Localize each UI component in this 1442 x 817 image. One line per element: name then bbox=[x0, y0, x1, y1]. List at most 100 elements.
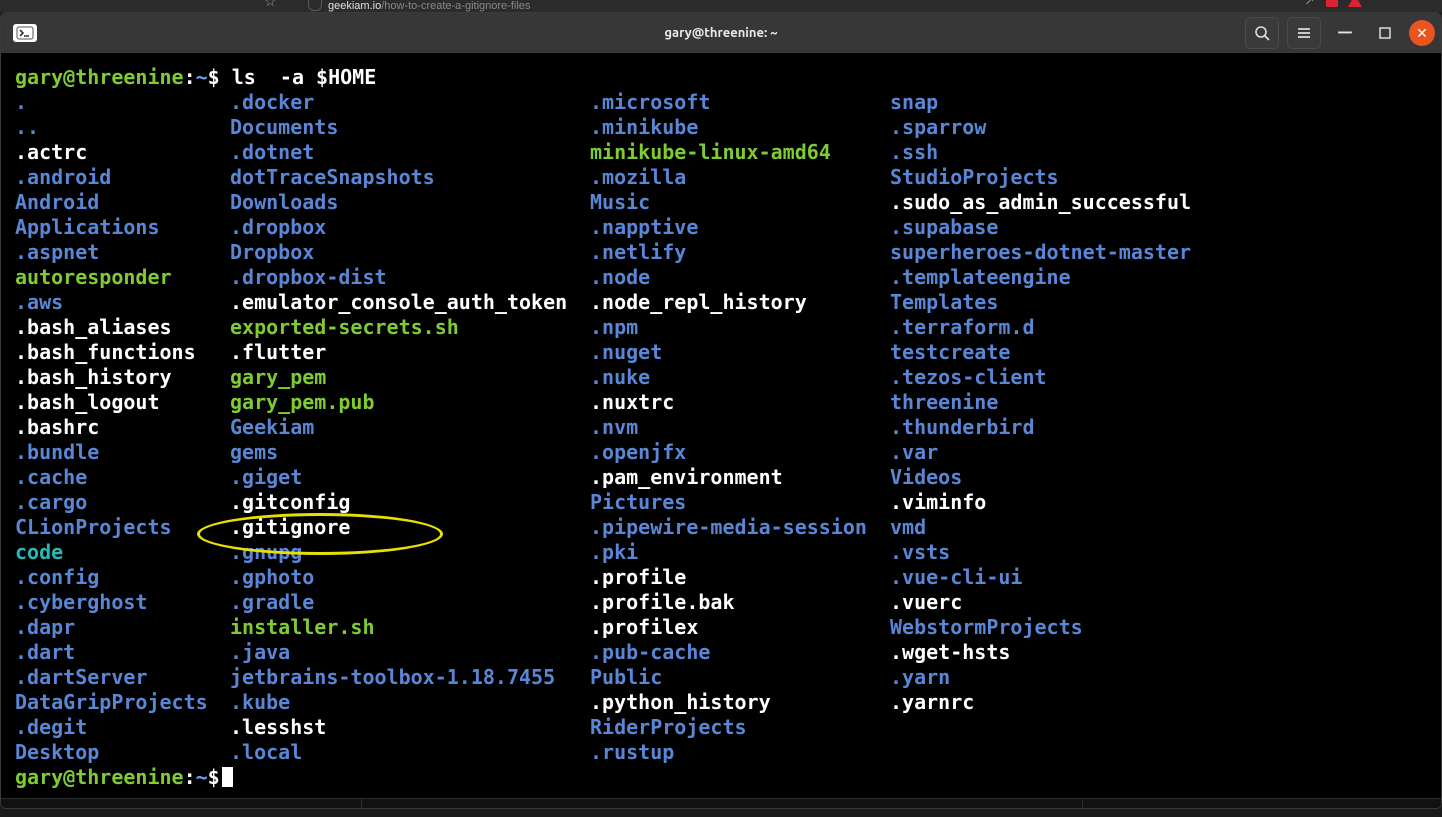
ls-entry: code bbox=[15, 540, 230, 565]
titlebar[interactable]: gary@threenine: ~ ─ ✕ bbox=[1, 13, 1441, 53]
ls-entry: .bashrc bbox=[15, 415, 230, 440]
warning-icon bbox=[1348, 0, 1362, 7]
browser-url-bar: ☆ geekiam.io/how-to-create-a-gitignore-f… bbox=[0, 0, 1442, 12]
ls-entry: Pictures bbox=[590, 490, 890, 515]
ls-entry: CLionProjects bbox=[15, 515, 230, 540]
ls-entry: Geekiam bbox=[230, 415, 590, 440]
ls-entry: Videos bbox=[890, 465, 1441, 490]
ls-entry: .flutter bbox=[230, 340, 590, 365]
search-button[interactable] bbox=[1245, 17, 1279, 49]
ls-entry: .python_history bbox=[590, 690, 890, 715]
ls-entry: .dropbox bbox=[230, 215, 590, 240]
ls-entry: jetbrains-toolbox-1.18.7455 bbox=[230, 665, 590, 690]
ls-entry: minikube-linux-amd64 bbox=[590, 140, 890, 165]
ls-entry: threenine bbox=[890, 390, 1441, 415]
ls-entry: .pipewire-media-session bbox=[590, 515, 890, 540]
ls-entry: .dartServer bbox=[15, 665, 230, 690]
ls-entry: autoresponder bbox=[15, 265, 230, 290]
prompt-symbol: $ bbox=[208, 65, 220, 89]
ls-entry: .cyberghost bbox=[15, 590, 230, 615]
ls-entry: .bash_history bbox=[15, 365, 230, 390]
ls-entry: DataGripProjects bbox=[15, 690, 230, 715]
ls-output-grid: ..docker.microsoftsnap..Documents.miniku… bbox=[1, 90, 1441, 765]
bottom-scrollbar[interactable] bbox=[1, 798, 1441, 808]
shield-icon bbox=[308, 0, 322, 11]
ls-entry: gary_pem bbox=[230, 365, 590, 390]
ls-entry: snap bbox=[890, 90, 1441, 115]
ls-entry: .profilex bbox=[590, 615, 890, 640]
ls-entry: .config bbox=[15, 565, 230, 590]
extension-icon bbox=[1326, 0, 1338, 7]
ls-entry: .local bbox=[230, 740, 590, 765]
minimize-button[interactable]: ─ bbox=[1329, 18, 1361, 48]
close-button[interactable]: ✕ bbox=[1409, 20, 1435, 46]
ls-entry: .bundle bbox=[15, 440, 230, 465]
command: ls -a $HOME bbox=[232, 65, 377, 89]
menu-button[interactable] bbox=[1287, 17, 1321, 49]
ls-entry: .gnupg bbox=[230, 540, 590, 565]
ls-entry: .emulator_console_auth_token bbox=[230, 290, 590, 315]
url-path: /how-to-create-a-gitignore-files bbox=[381, 0, 530, 12]
ls-entry: .dapr bbox=[15, 615, 230, 640]
ls-entry: .cache bbox=[15, 465, 230, 490]
ls-entry: .lesshst bbox=[230, 715, 590, 740]
maximize-button[interactable] bbox=[1369, 18, 1401, 48]
ls-entry: StudioProjects bbox=[890, 165, 1441, 190]
url-host: geekiam.io bbox=[328, 0, 381, 12]
ls-entry: .nuxtrc bbox=[590, 390, 890, 415]
new-tab-terminal-icon[interactable] bbox=[13, 24, 37, 42]
ls-entry: dotTraceSnapshots bbox=[230, 165, 590, 190]
ls-entry: .vuerc bbox=[890, 590, 1441, 615]
ls-entry: .thunderbird bbox=[890, 415, 1441, 440]
ls-entry: .pam_environment bbox=[590, 465, 890, 490]
ls-entry bbox=[890, 740, 1441, 765]
window-controls: ─ ✕ bbox=[1245, 17, 1435, 49]
ls-entry: .openjfx bbox=[590, 440, 890, 465]
ls-entry: RiderProjects bbox=[590, 715, 890, 740]
ls-entry: .dropbox-dist bbox=[230, 265, 590, 290]
bookmark-icon: ☆ bbox=[264, 0, 277, 7]
ls-entry: .pub-cache bbox=[590, 640, 890, 665]
ls-entry: .vue-cli-ui bbox=[890, 565, 1441, 590]
ls-entry: .profile.bak bbox=[590, 590, 890, 615]
ls-entry: .napptive bbox=[590, 215, 890, 240]
ls-entry: Downloads bbox=[230, 190, 590, 215]
ls-entry: .pki bbox=[590, 540, 890, 565]
ls-entry: Public bbox=[590, 665, 890, 690]
terminal-body[interactable]: gary@threenine:~$ ls -a $HOME ..docker.m… bbox=[1, 53, 1441, 808]
ls-entry: .yarn bbox=[890, 665, 1441, 690]
ls-entry: .aws bbox=[15, 290, 230, 315]
ls-entry: . bbox=[15, 90, 230, 115]
ls-entry: .npm bbox=[590, 315, 890, 340]
cursor bbox=[222, 767, 233, 787]
ls-entry bbox=[890, 715, 1441, 740]
ls-entry: .mozilla bbox=[590, 165, 890, 190]
ls-entry: Applications bbox=[15, 215, 230, 240]
ls-entry: .bash_logout bbox=[15, 390, 230, 415]
ls-entry: .node bbox=[590, 265, 890, 290]
ls-entry: Desktop bbox=[15, 740, 230, 765]
ls-entry: .wget-hsts bbox=[890, 640, 1441, 665]
ls-entry: .gitignore bbox=[230, 515, 590, 540]
ls-entry: .supabase bbox=[890, 215, 1441, 240]
ls-entry: .netlify bbox=[590, 240, 890, 265]
ls-entry: .giget bbox=[230, 465, 590, 490]
ls-entry: gary_pem.pub bbox=[230, 390, 590, 415]
ls-entry: .bash_aliases bbox=[15, 315, 230, 340]
ls-entry: .aspnet bbox=[15, 240, 230, 265]
ls-entry: .nvm bbox=[590, 415, 890, 440]
ls-entry: .dotnet bbox=[230, 140, 590, 165]
ls-entry: .viminfo bbox=[890, 490, 1441, 515]
ls-entry: .gitconfig bbox=[230, 490, 590, 515]
ls-entry: vmd bbox=[890, 515, 1441, 540]
ls-entry: .kube bbox=[230, 690, 590, 715]
ls-entry: .yarnrc bbox=[890, 690, 1441, 715]
ls-entry: .node_repl_history bbox=[590, 290, 890, 315]
ls-entry: .sudo_as_admin_successful bbox=[890, 190, 1441, 215]
ls-entry: .profile bbox=[590, 565, 890, 590]
ls-entry: Templates bbox=[890, 290, 1441, 315]
ls-entry: .var bbox=[890, 440, 1441, 465]
ls-entry: .cargo bbox=[15, 490, 230, 515]
ls-entry: .actrc bbox=[15, 140, 230, 165]
ls-entry: .tezos-client bbox=[890, 365, 1441, 390]
